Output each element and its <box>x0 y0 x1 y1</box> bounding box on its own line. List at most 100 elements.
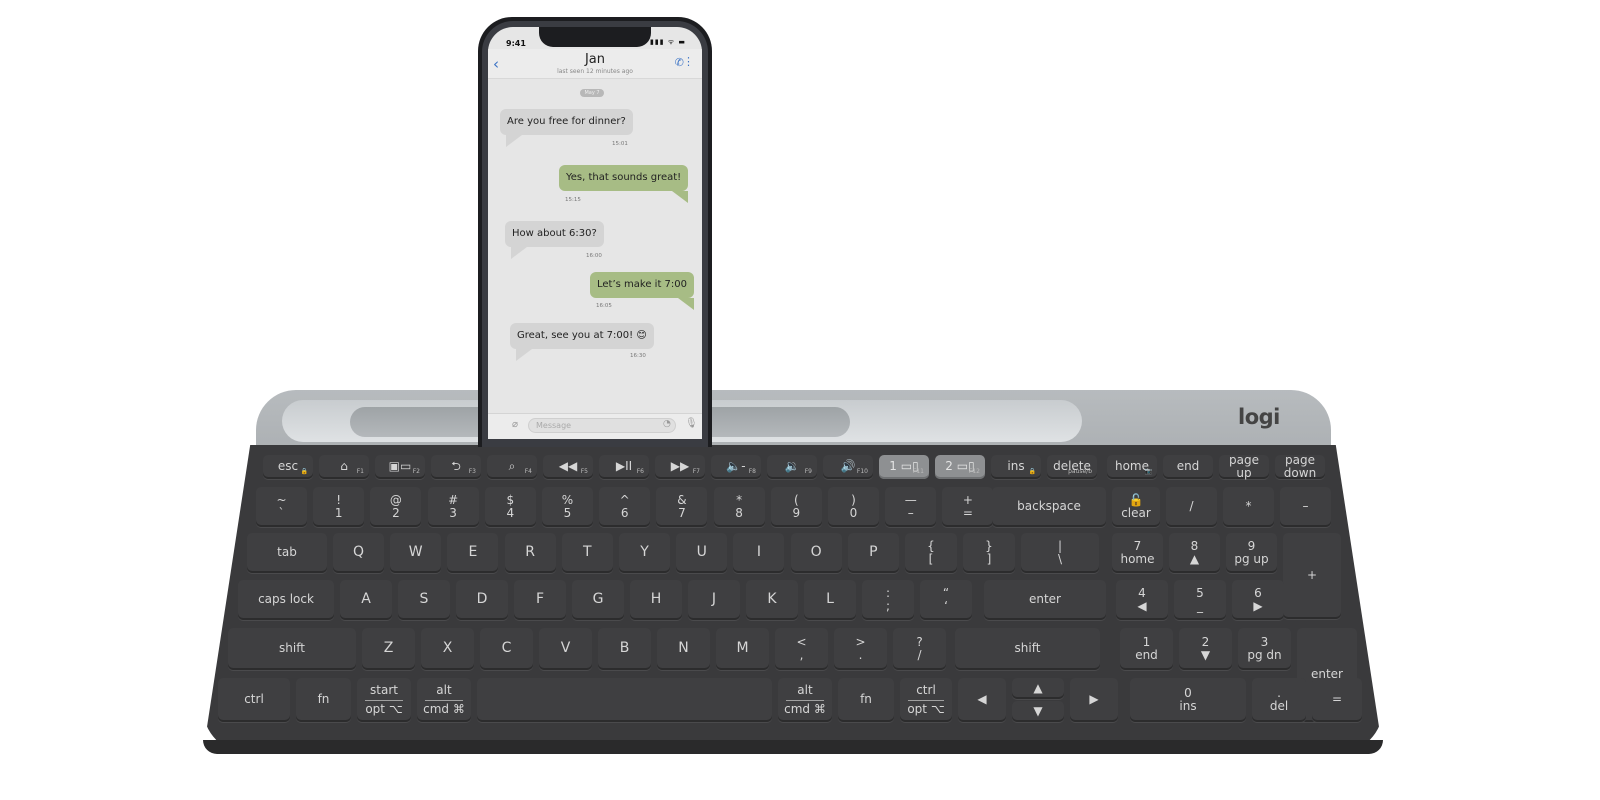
fn-row-key-▣▭[interactable]: ▣▭ F2 <box>375 455 425 479</box>
spacebar[interactable] <box>477 678 772 722</box>
key-h[interactable]: H <box>630 580 682 620</box>
fn-row-key-page-down[interactable]: page down <box>1275 453 1325 480</box>
numpad-key[interactable]: / <box>1166 487 1217 527</box>
key-d[interactable]: D <box>456 580 508 620</box>
numpad-key-5[interactable]: 5 _ <box>1174 580 1226 620</box>
fn-row-key-⌕[interactable]: ⌕ F4 <box>487 455 537 479</box>
numpad-plus-key[interactable]: + <box>1283 533 1341 619</box>
bracket-key[interactable]: {[ <box>905 533 957 573</box>
key-c[interactable]: C <box>480 628 533 670</box>
key-f[interactable]: F <box>514 580 566 620</box>
fn-row-key-◀◀[interactable]: ◀◀ F5 <box>543 455 593 479</box>
numpad-key-9[interactable]: 9 pg up <box>1226 533 1277 573</box>
fn-row-key-home[interactable]: home 📷 <box>1107 455 1157 479</box>
key-p[interactable]: P <box>847 533 899 573</box>
key-n[interactable]: N <box>657 628 710 670</box>
fn-row-key-1-▭▯[interactable]: 1 ▭▯ F11 <box>879 455 929 479</box>
fn-row-key-▶▶[interactable]: ▶▶ F7 <box>655 455 705 479</box>
punct-key[interactable]: “‘ <box>920 580 972 620</box>
left-fn-key[interactable]: fn <box>296 678 351 722</box>
key-6[interactable]: ^ 6 <box>599 487 651 527</box>
fn-row-key-esc[interactable]: esc 🔒 <box>263 455 313 479</box>
key-1[interactable]: ! 1 <box>313 487 365 527</box>
key-a[interactable]: A <box>340 580 392 620</box>
punct-key[interactable]: ? / <box>893 628 946 670</box>
key-z[interactable]: Z <box>362 628 415 670</box>
key-o[interactable]: O <box>790 533 842 573</box>
arrow-right-key[interactable]: ▶ <box>1070 678 1118 722</box>
key-x[interactable]: X <box>421 628 474 670</box>
key-l[interactable]: L <box>804 580 856 620</box>
attach-icon[interactable]: ⌀ <box>512 419 518 430</box>
numpad-key-2[interactable]: 2 ▼ <box>1179 628 1232 670</box>
numpad-equals-key[interactable]: = <box>1312 678 1362 722</box>
microphone-icon[interactable]: 🎙 <box>685 418 698 429</box>
key-y[interactable]: Y <box>619 533 670 573</box>
tab-key[interactable]: tab <box>247 533 327 573</box>
numpad-del-key[interactable]: . del <box>1252 678 1306 722</box>
key-k[interactable]: K <box>746 580 798 620</box>
fn-row-key-🔉[interactable]: 🔉 F9 <box>767 455 817 479</box>
numpad-key[interactable]: * <box>1223 487 1274 527</box>
key-2[interactable]: @2 <box>370 487 422 527</box>
left-ctrl-key[interactable]: ctrl <box>218 678 290 722</box>
numpad-zero-key[interactable]: 0 ins <box>1130 678 1246 722</box>
key-j[interactable]: J <box>688 580 740 620</box>
right-fn-key[interactable]: fn <box>838 678 894 722</box>
numpad-key-6[interactable]: 6 ▶ <box>1232 580 1284 620</box>
backspace-key[interactable]: backspace <box>992 487 1106 527</box>
key-3[interactable]: #3 <box>427 487 479 527</box>
left-shift-key[interactable]: shift <box>228 628 356 670</box>
key-9[interactable]: (9 <box>770 487 822 527</box>
fn-row-key-⮌[interactable]: ⮌ F3 <box>431 455 481 479</box>
key-–[interactable]: — – <box>885 487 937 527</box>
key-s[interactable]: S <box>398 580 450 620</box>
key-`[interactable]: ~ ` <box>256 487 307 527</box>
fn-row-key-end[interactable]: end <box>1163 455 1213 479</box>
key-g[interactable]: G <box>572 580 624 620</box>
caps-lock-key[interactable]: caps lock <box>238 580 334 620</box>
fn-row-key-🔊[interactable]: 🔊 F10 <box>823 455 873 479</box>
more-menu-icon[interactable]: ⋮ <box>683 55 694 68</box>
key-4[interactable]: $4 <box>484 487 536 527</box>
numpad-key-7[interactable]: 7 home <box>1112 533 1163 573</box>
key-u[interactable]: U <box>676 533 728 573</box>
bracket-key[interactable]: }] <box>963 533 1015 573</box>
numpad-key-8[interactable]: 8 ▲ <box>1169 533 1220 573</box>
right-ctrl-opt-key[interactable]: ctrl opt ⌥ <box>900 678 952 722</box>
numpad-key-3[interactable]: 3 pg dn <box>1238 628 1291 670</box>
key-5[interactable]: % 5 <box>542 487 593 527</box>
fn-row-key-delete[interactable]: delete pause/b <box>1047 455 1097 479</box>
key-=[interactable]: + = <box>942 487 994 527</box>
enter-key[interactable]: enter <box>984 580 1106 620</box>
key-v[interactable]: V <box>539 628 592 670</box>
key-q[interactable]: Q <box>333 533 384 573</box>
fn-row-key-page-up[interactable]: page up <box>1219 453 1269 480</box>
start-opt-key[interactable]: start opt ⌥ <box>357 678 411 722</box>
alt-cmd-key[interactable]: alt cmd ⌘ <box>417 678 471 722</box>
fn-row-key-⌂[interactable]: ⌂ F1 <box>319 455 369 479</box>
key-8[interactable]: * 8 <box>713 487 765 527</box>
key-t[interactable]: T <box>561 533 613 573</box>
arrow-down-key[interactable]: ▼ <box>1012 701 1064 722</box>
right-alt-cmd-key[interactable]: alt cmd ⌘ <box>778 678 832 722</box>
fn-row-key-ins[interactable]: ins 🔒 <box>991 455 1041 479</box>
numpad-key[interactable]: – <box>1280 487 1331 527</box>
key-i[interactable]: I <box>733 533 785 573</box>
numpad-key-1[interactable]: 1 end <box>1120 628 1173 670</box>
fn-row-key-🔈-[interactable]: 🔈- F8 <box>711 455 761 479</box>
arrow-up-key[interactable]: ▲ <box>1012 678 1064 699</box>
key-w[interactable]: W <box>390 533 442 573</box>
key-b[interactable]: B <box>598 628 651 670</box>
message-input[interactable]: Message <box>528 418 676 433</box>
punct-key[interactable]: <, <box>775 628 828 670</box>
punct-key[interactable]: >. <box>834 628 887 670</box>
clear-key[interactable]: 🔓 clear <box>1112 487 1160 527</box>
arrow-left-key[interactable]: ◀ <box>958 678 1006 722</box>
right-shift-key[interactable]: shift <box>955 628 1100 670</box>
numpad-key-4[interactable]: 4 ◀ <box>1116 580 1168 620</box>
punct-key[interactable]: :; <box>862 580 914 620</box>
key-0[interactable]: ) 0 <box>828 487 879 527</box>
fn-row-key-2-▭▯[interactable]: 2 ▭▯ F12 <box>935 455 985 479</box>
key-m[interactable]: M <box>716 628 769 670</box>
